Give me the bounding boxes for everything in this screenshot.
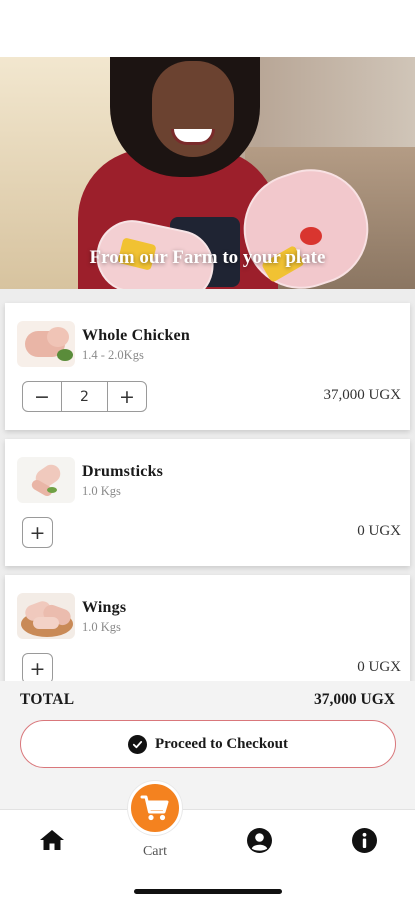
product-weight: 1.4 - 2.0Kgs — [82, 348, 144, 362]
checkout-label: Proceed to Checkout — [154, 735, 289, 752]
cart-button[interactable] — [128, 781, 182, 835]
total-value: 37,000 UGX — [314, 691, 395, 708]
home-indicator — [134, 889, 282, 894]
increase-button[interactable]: + — [108, 382, 146, 411]
product-card-wings[interactable]: Wings 1.0 Kgs + 0 UGX — [5, 575, 410, 681]
cart-icon — [140, 795, 169, 821]
hero-banner: From our Farm to your plate — [0, 57, 415, 289]
order-summary: TOTAL 37,000 UGX Proceed to Checkout — [0, 681, 415, 809]
product-price: 0 UGX — [357, 659, 401, 675]
check-circle-icon — [127, 734, 147, 754]
status-bar — [0, 0, 415, 57]
product-name: Drumsticks — [82, 463, 164, 480]
quantity-stepper[interactable]: − 2 + — [22, 381, 147, 412]
product-card-whole-chicken[interactable]: Whole Chicken 1.4 - 2.0Kgs − 2 + 37,000 … — [5, 303, 410, 430]
wings-image — [17, 593, 75, 639]
add-button[interactable]: + — [22, 517, 53, 548]
product-weight: 1.0 Kgs — [82, 620, 121, 634]
cart-label[interactable]: Cart — [128, 844, 182, 860]
account-icon[interactable] — [245, 826, 273, 854]
product-weight: 1.0 Kgs — [82, 484, 121, 498]
whole-chicken-image — [17, 321, 75, 367]
info-icon[interactable] — [350, 826, 378, 854]
bottom-nav: Cart — [0, 781, 415, 900]
product-name: Wings — [82, 599, 127, 616]
total-label: TOTAL — [20, 691, 75, 708]
product-price: 0 UGX — [357, 523, 401, 539]
home-icon[interactable] — [38, 826, 66, 854]
product-list[interactable]: Whole Chicken 1.4 - 2.0Kgs − 2 + 37,000 … — [0, 289, 415, 681]
decrease-button[interactable]: − — [23, 382, 61, 411]
add-button[interactable]: + — [22, 653, 53, 681]
product-card-drumsticks[interactable]: Drumsticks 1.0 Kgs + 0 UGX — [5, 439, 410, 566]
pack-label — [300, 227, 322, 245]
drumsticks-image — [17, 457, 75, 503]
product-name: Whole Chicken — [82, 327, 190, 344]
quantity-value: 2 — [61, 382, 108, 411]
proceed-to-checkout-button[interactable]: Proceed to Checkout — [20, 720, 396, 768]
hero-tagline: From our Farm to your plate — [89, 247, 326, 268]
product-price: 37,000 UGX — [323, 387, 402, 403]
